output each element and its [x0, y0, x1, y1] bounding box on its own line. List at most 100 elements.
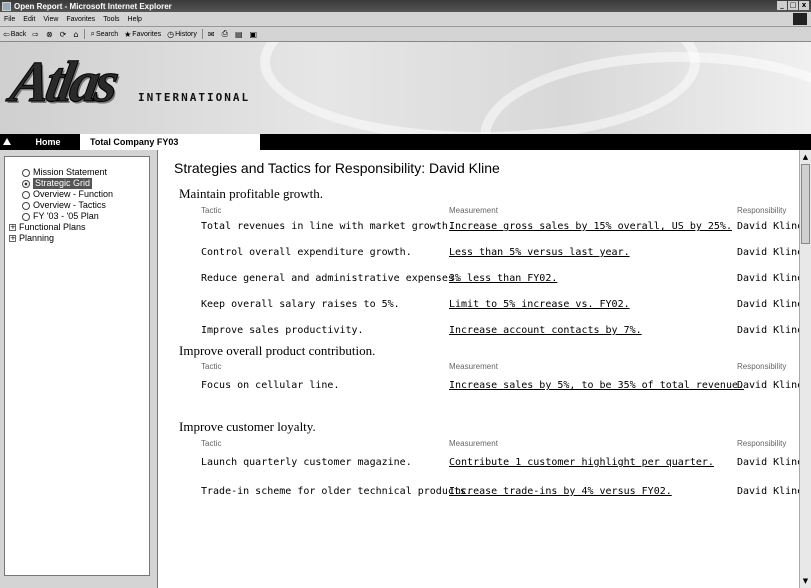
measurement-link[interactable]: Increase account contacts by 7%. — [449, 325, 642, 336]
tree-item-label: Strategic Grid — [33, 178, 93, 189]
menu-tools[interactable]: Tools — [103, 16, 119, 23]
tree-item-label: Overview - Function — [33, 189, 114, 199]
column-header-tactic: Tactic — [201, 206, 222, 215]
menu-help[interactable]: Help — [128, 16, 142, 23]
tree-item-overview-function[interactable]: Overview - Function — [5, 189, 149, 200]
nav-bar: Home Total Company FY03 — [0, 134, 811, 150]
history-button[interactable]: ◷ History — [167, 30, 197, 39]
tab-home[interactable]: Home — [18, 134, 78, 150]
forward-button[interactable]: ⇨ — [32, 30, 40, 39]
tree-item-overview-tactics[interactable]: Overview - Tactics — [5, 200, 149, 211]
left-pane: Mission Statement Strategic Grid Overvie… — [0, 150, 158, 588]
tree-item-planning[interactable]: + Planning — [5, 233, 149, 244]
atlas-logo: Atlas — [6, 49, 121, 115]
measurement-link[interactable]: Increase trade-ins by 4% versus FY02. — [449, 486, 672, 497]
mail-icon: ✉ — [207, 29, 215, 39]
browser-toolbar: ⇦ Back ⇨ ⊗ ⟳ ⌂ ⌕ Search ★ Favorites ◷ Histor… — [0, 27, 811, 42]
tactic-cell: Launch quarterly customer magazine. — [201, 457, 412, 468]
radio-icon — [22, 201, 30, 210]
favorites-button[interactable]: ★ Favorites — [124, 30, 161, 39]
favorites-label: Favorites — [132, 30, 162, 38]
collapse-up-icon[interactable] — [3, 138, 11, 145]
tactic-cell: Reduce general and administrative expens… — [201, 273, 460, 284]
tab-total-company[interactable]: Total Company FY03 — [80, 134, 260, 150]
maximize-button[interactable]: □ — [788, 1, 798, 10]
home-icon: ⌂ — [73, 29, 79, 39]
tree-item-label: FY '03 - '05 Plan — [33, 211, 99, 221]
tree-item-label: Overview - Tactics — [33, 200, 106, 210]
responsibility-cell: David Kline — [737, 247, 799, 258]
edit-button[interactable]: ▤ — [235, 30, 244, 39]
tree-item-fy-plan[interactable]: FY '03 - '05 Plan — [5, 211, 149, 222]
tactic-cell: Control overall expenditure growth. — [201, 247, 412, 258]
responsibility-cell: David Kline — [737, 273, 799, 284]
scrollbar-thumb[interactable] — [801, 164, 810, 244]
responsibility-cell: David Kline — [737, 380, 799, 391]
section-heading: Maintain profitable growth. — [179, 186, 324, 201]
radio-icon — [22, 168, 30, 177]
measurement-link[interactable]: Less than 5% versus last year. — [449, 247, 630, 258]
window-controls: _ □ x — [777, 1, 809, 10]
measurement-link[interactable]: 3% less than FY02. — [449, 273, 557, 284]
column-header-tactic: Tactic — [201, 439, 222, 448]
measurement-link[interactable]: Increase gross sales by 15% overall, US … — [449, 221, 732, 232]
search-icon: ⌕ — [90, 29, 95, 38]
navigation-tree: Mission Statement Strategic Grid Overvie… — [4, 156, 150, 576]
mail-button[interactable]: ✉ — [208, 30, 216, 39]
refresh-icon: ⟳ — [59, 29, 67, 39]
tree-item-mission-statement[interactable]: Mission Statement — [5, 167, 149, 178]
internet-explorer-icon — [2, 1, 11, 11]
stop-button[interactable]: ⊗ — [46, 30, 54, 39]
stop-icon: ⊗ — [45, 29, 53, 39]
toolbar-separator — [201, 29, 203, 39]
tree-item-strategic-grid[interactable]: Strategic Grid — [5, 178, 149, 189]
column-header-measurement: Measurement — [449, 362, 498, 371]
tactic-cell: Improve sales productivity. — [201, 325, 364, 336]
minimize-button[interactable]: _ — [777, 1, 787, 10]
tree-item-label: Functional Plans — [19, 222, 86, 232]
back-arrow-icon: ⇦ — [3, 29, 10, 39]
discuss-button[interactable]: ▣ — [250, 30, 259, 39]
column-header-measurement: Measurement — [449, 206, 498, 215]
vertical-scrollbar[interactable]: ▲ ▼ — [799, 150, 811, 588]
menu-favorites[interactable]: Favorites — [66, 16, 95, 23]
tree-item-label: Mission Statement — [33, 167, 108, 177]
section-heading: Improve overall product contribution. — [179, 343, 376, 358]
measurement-link[interactable]: Limit to 5% increase vs. FY02. — [449, 299, 630, 310]
back-button[interactable]: ⇦ Back — [3, 30, 26, 39]
tree-item-label: Planning — [19, 233, 55, 243]
column-header-tactic: Tactic — [201, 362, 222, 371]
tactic-cell: Total revenues in line with market growt… — [201, 221, 454, 232]
radio-icon — [22, 212, 30, 221]
search-button[interactable]: ⌕ Search — [90, 29, 118, 39]
expand-plus-icon[interactable]: + — [9, 224, 16, 231]
measurement-link[interactable]: Contribute 1 customer highlight per quar… — [449, 457, 714, 468]
measurement-link[interactable]: Increase sales by 5%, to be 35% of total… — [449, 380, 744, 391]
menu-file[interactable]: File — [4, 16, 15, 23]
menu-bar: File Edit View Favorites Tools Help — [0, 12, 811, 27]
tactic-cell: Trade-in scheme for older technical prod… — [201, 486, 472, 497]
tactic-cell: Focus on cellular line. — [201, 380, 340, 391]
radio-icon — [22, 190, 30, 199]
windows-logo-icon — [793, 13, 807, 25]
refresh-button[interactable]: ⟳ — [60, 30, 68, 39]
edit-icon: ▤ — [234, 29, 243, 39]
window-title-bar: Open Report - Microsoft Internet Explore… — [0, 0, 811, 12]
scroll-down-arrow-icon[interactable]: ▼ — [801, 576, 810, 586]
report-content: Strategies and Tactics for Responsibilit… — [158, 150, 799, 588]
menu-edit[interactable]: Edit — [23, 16, 35, 23]
close-button[interactable]: x — [799, 1, 809, 10]
scroll-up-arrow-icon[interactable]: ▲ — [801, 152, 810, 162]
radio-selected-icon — [22, 179, 30, 188]
home-button[interactable]: ⌂ — [73, 30, 79, 39]
search-label: Search — [95, 30, 119, 38]
tree-item-functional-plans[interactable]: + Functional Plans — [5, 222, 149, 233]
column-header-responsibility: Responsibility — [737, 439, 787, 448]
menu-view[interactable]: View — [43, 16, 58, 23]
responsibility-cell: David Kline — [737, 221, 799, 232]
page-title: Strategies and Tactics for Responsibilit… — [174, 160, 500, 176]
back-label: Back — [10, 30, 27, 38]
expand-plus-icon[interactable]: + — [9, 235, 16, 242]
print-button[interactable]: ⎙ — [222, 29, 229, 39]
column-header-responsibility: Responsibility — [737, 206, 787, 215]
